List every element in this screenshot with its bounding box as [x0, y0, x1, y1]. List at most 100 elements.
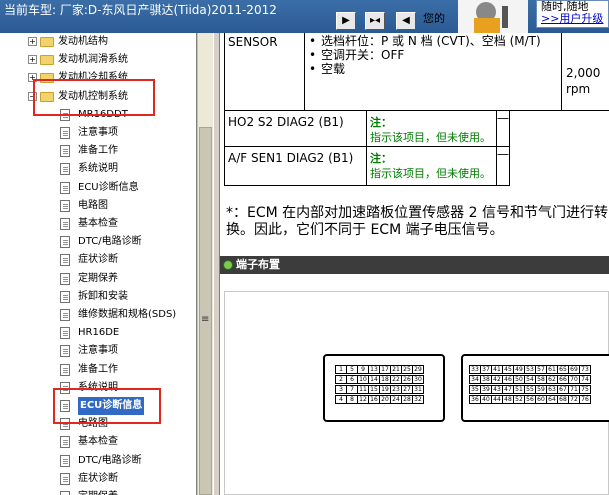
- document-icon: [60, 345, 70, 358]
- document-icon: [60, 436, 70, 449]
- tree-item-label: DTC/电路诊断: [78, 236, 142, 248]
- document-icon: [60, 163, 70, 176]
- value-cell: 2,000 rpm: [561, 33, 609, 111]
- tree-item-label: 拆卸和安装: [78, 290, 128, 302]
- tree-item-label: 定期保养: [78, 272, 118, 284]
- tree-item-label: DTC/电路诊断: [78, 454, 142, 466]
- tree-item-label: 症状诊断: [78, 254, 118, 266]
- tree-item-label: 症状诊断: [78, 472, 118, 484]
- folder-icon: [40, 37, 54, 47]
- document-icon: [60, 309, 70, 321]
- tree-item-label: 准备工作: [78, 363, 118, 375]
- document-icon: [60, 472, 70, 485]
- condition-item: 空载: [309, 62, 559, 76]
- document-icon: [60, 327, 70, 340]
- hint-text: 您的: [423, 12, 445, 25]
- content-pane: SENSOR 选档杆位：P 或 N 档 (CVT)、空档 (M/T) 空调开关：…: [220, 33, 609, 495]
- rpm-unit: rpm: [566, 82, 591, 96]
- terminal-pin: 29: [412, 365, 424, 374]
- note-text: 指示该项目，但未使用。: [370, 167, 491, 180]
- row-af-label-cell: A/F SEN1 DIAG2 (B1): [224, 146, 367, 186]
- row-ho2-note-cell: 注： 指示该项目，但未使用。: [366, 110, 497, 147]
- conditions-cell: 选档杆位：P 或 N 档 (CVT)、空档 (M/T) 空调开关：OFF 空载: [304, 33, 562, 111]
- nav-expand-button[interactable]: ▸◂: [365, 12, 385, 30]
- tree-item-label: HR16DE: [78, 327, 120, 339]
- document-icon: [60, 363, 70, 376]
- pin-row: 35 39 43 47 51 55 59 63 67 71 75: [469, 385, 591, 394]
- highlight-box: [53, 388, 161, 424]
- document-icon: [60, 290, 70, 303]
- pin-row: 33 37 41 45 49 53 57 61 65 69 73: [469, 365, 591, 374]
- navigation-tree[interactable]: + 发动机结构 + 发动机润滑系统 + 发动机冷却系统 − 发动机控制系统 MR16DDT 注意事…: [0, 33, 197, 495]
- dash: —: [497, 111, 509, 125]
- tree-item-label: 准备工作: [78, 145, 118, 157]
- terminal-pin: 31: [412, 385, 424, 394]
- current-vehicle-label: 当前车型: 厂家:D-东风日产骐达(Tiida)2011-2012: [4, 3, 277, 17]
- note-title: 注：: [370, 152, 392, 165]
- pin-row: 2 6 10 14 18 22 26 30: [335, 375, 424, 384]
- section-header: 端子布置: [220, 256, 609, 274]
- note-title: 注：: [370, 116, 392, 129]
- document-icon: [60, 454, 70, 467]
- row-ho2-value-cell: —: [496, 110, 510, 147]
- document-icon: [60, 145, 70, 158]
- tree-scrollbar[interactable]: [197, 33, 213, 495]
- terminal-diagram: 1 5 9 13 17 21 25 29 2 6 10 14 18 22 26 30 3 7 11 15 19 23 27 3…: [224, 291, 609, 495]
- pin-row: 1 5 9 13 17 21 25 29: [335, 365, 424, 374]
- tree-item-label: 注意事项: [78, 127, 118, 138]
- document-icon: [60, 218, 70, 230]
- upgrade-link[interactable]: >>用户升级: [541, 13, 608, 25]
- sensor-cell: SENSOR: [224, 33, 305, 111]
- title-bar: 当前车型: 厂家:D-东风日产骐达(Tiida)2011-2012 ▶ ▸◂ ◀…: [0, 0, 609, 33]
- terminal-pin: 74: [579, 375, 591, 384]
- document-icon: [60, 272, 70, 285]
- tree-item-label: ECU诊断信息: [78, 181, 139, 193]
- scrollbar-thumb[interactable]: [199, 127, 212, 495]
- pane-splitter[interactable]: [213, 33, 220, 495]
- mascot-image: [458, 0, 528, 33]
- highlight-box: [33, 78, 155, 116]
- pin-row: 4 8 12 16 20 24 28 32: [335, 395, 424, 404]
- tree-item-label: 发动机润滑系统: [58, 54, 128, 66]
- document-icon: [60, 181, 70, 194]
- tree-item-label: 发动机结构: [58, 36, 108, 47]
- terminal-pin: 32: [412, 395, 424, 404]
- tree-item-label: 注意事项: [78, 345, 118, 357]
- nav-forward-button[interactable]: ▶: [336, 12, 356, 30]
- row-af-note-cell: 注： 指示该项目，但未使用。: [366, 146, 497, 186]
- expand-icon[interactable]: +: [28, 37, 37, 46]
- dash: —: [497, 147, 509, 161]
- splitter-grip-icon: ≡: [201, 314, 210, 325]
- tree-item-label: 基本检查: [78, 436, 118, 448]
- folder-icon: [40, 55, 54, 66]
- rpm-value: 2,000: [566, 66, 601, 80]
- connector-left: 1 5 9 13 17 21 25 29 2 6 10 14 18 22 26 30 3 7 11 15 19 23 27 3…: [323, 354, 445, 422]
- pin-row: 36 40 44 48 52 56 60 64 68 72 76: [469, 395, 591, 404]
- document-icon: [60, 491, 70, 495]
- tree-item-label: 电路图: [78, 199, 108, 211]
- condition-item: 选档杆位：P 或 N 档 (CVT)、空档 (M/T): [309, 34, 559, 48]
- row-af-value-cell: —: [496, 146, 510, 186]
- row-af-label: A/F SEN1 DIAG2 (B1): [228, 151, 354, 165]
- connector-right: 33 37 41 45 49 53 57 61 65 69 73 34 38 42 46 50 54 58 62 66…: [461, 354, 609, 422]
- document-icon: [60, 236, 70, 249]
- terminal-pin: 30: [412, 375, 424, 384]
- row-ho2-label: HO2 S2 DIAG2 (B1): [228, 115, 344, 129]
- sensor-label: SENSOR: [228, 35, 278, 49]
- pin-row: 3 7 11 15 19 23 27 31: [335, 385, 424, 394]
- tree-item-label: 基本检查: [78, 218, 118, 229]
- conditions-list: 选档杆位：P 或 N 档 (CVT)、空档 (M/T) 空调开关：OFF 空载: [309, 34, 559, 76]
- document-icon: [60, 199, 70, 212]
- condition-item: 空调开关：OFF: [309, 48, 559, 62]
- note-text: 指示该项目，但未使用。: [370, 131, 491, 144]
- section-icon: [223, 260, 233, 270]
- expand-icon[interactable]: +: [28, 55, 37, 65]
- pin-row: 34 38 42 46 50 54 58 62 66 70 74: [469, 375, 591, 384]
- tree-item-label: 系统说明: [78, 163, 118, 175]
- terminal-pin: 75: [579, 385, 591, 394]
- terminal-pin: 76: [579, 395, 591, 404]
- tree-item-label: 定期保养: [78, 488, 118, 495]
- row-ho2-label-cell: HO2 S2 DIAG2 (B1): [224, 110, 367, 147]
- terminal-pin: 73: [579, 365, 591, 374]
- nav-back-button[interactable]: ◀: [396, 12, 416, 30]
